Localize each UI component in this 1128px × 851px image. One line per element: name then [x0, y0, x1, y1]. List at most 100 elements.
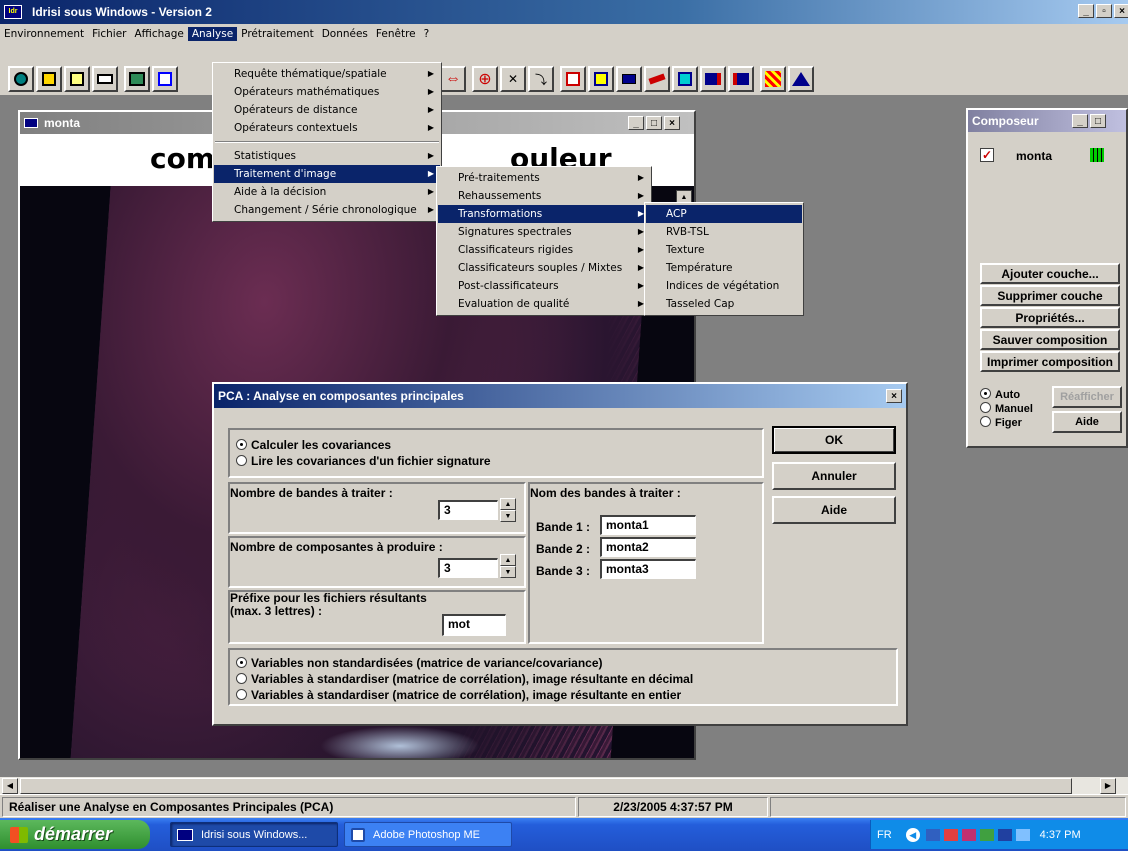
dialog-close-button[interactable]: ×	[886, 389, 902, 403]
tray-arrow-icon[interactable]: ◀	[905, 827, 920, 842]
menu-item-operateurs-contextuels[interactable]: Opérateurs contextuels ▶	[214, 119, 440, 137]
arrow-icon[interactable]: ⤵	[528, 66, 554, 92]
menu-item-post-classif[interactable]: Post-classificateurs ▶	[438, 277, 650, 295]
dialog-help-button[interactable]: Aide	[772, 496, 896, 524]
menu-item-acp[interactable]: ACP	[646, 205, 802, 223]
scroll-left-icon[interactable]: ◀	[2, 778, 18, 794]
volume-icon[interactable]	[943, 828, 958, 841]
menu-item-changement[interactable]: Changement / Série chronologique ▶	[214, 201, 440, 219]
remove-layer-button[interactable]: Supprimer couche	[980, 285, 1120, 306]
menu-item-transformations[interactable]: Transformations ▶	[438, 205, 650, 223]
print-icon[interactable]	[92, 66, 118, 92]
monitor-icon[interactable]	[1015, 828, 1030, 841]
layer-name[interactable]: monta	[1016, 149, 1052, 163]
scroll-thumb[interactable]	[20, 778, 1072, 794]
map-minimize-button[interactable]: _	[628, 116, 644, 130]
nbands-spinner[interactable]: ▲ ▼	[500, 498, 516, 522]
graph-icon[interactable]	[152, 66, 178, 92]
composer-help-button[interactable]: Aide	[1052, 411, 1122, 433]
menu-item-operateurs-math[interactable]: Opérateurs mathématiques ▶	[214, 83, 440, 101]
std-option-2-radio[interactable]: Variables à standardiser (matrice de cor…	[236, 672, 693, 686]
menu-fenetre[interactable]: Fenêtre	[372, 28, 420, 40]
menu-item-traitement-image[interactable]: Traitement d'image ▶	[214, 165, 440, 183]
menu-item-operateurs-distance[interactable]: Opérateurs de distance ▶	[214, 101, 440, 119]
mode-figer-radio[interactable]: Figer	[980, 416, 1022, 429]
close-button[interactable]: ×	[1114, 4, 1128, 18]
composer-minimize-button[interactable]: _	[1072, 114, 1088, 128]
composer-maximize-button[interactable]: □	[1090, 114, 1106, 128]
language-indicator[interactable]: FR	[877, 829, 892, 841]
menu-item-indices-vegetation[interactable]: Indices de végétation	[646, 277, 802, 295]
menu-item-pretraitements[interactable]: Pré-traitements ▶	[438, 169, 650, 187]
save-composition-button[interactable]: Sauver composition	[980, 329, 1120, 350]
menu-environnement[interactable]: Environnement	[0, 28, 88, 40]
map-maximize-button[interactable]: □	[646, 116, 662, 130]
color-icon[interactable]	[760, 66, 786, 92]
spin-up-icon[interactable]: ▲	[500, 554, 516, 566]
merge-icon[interactable]	[728, 66, 754, 92]
prefix-input[interactable]: mot	[442, 614, 506, 636]
map-icon[interactable]	[124, 66, 150, 92]
band2-input[interactable]: monta2	[600, 537, 696, 557]
table-icon[interactable]	[672, 66, 698, 92]
security-icon[interactable]	[961, 828, 976, 841]
cov-calc-radio[interactable]: Calculer les covariances	[236, 438, 391, 452]
std-option-3-radio[interactable]: Variables à standardiser (matrice de cor…	[236, 688, 681, 702]
menu-item-rvb-tsl[interactable]: RVB-TSL	[646, 223, 802, 241]
start-button[interactable]: démarrer	[0, 820, 150, 849]
add-layer-button[interactable]: Ajouter couche...	[980, 263, 1120, 284]
display-icon[interactable]	[8, 66, 34, 92]
cancel-button[interactable]: Annuler	[772, 462, 896, 490]
menu-item-classif-souples[interactable]: Classificateurs souples / Mixtes ▶	[438, 259, 650, 277]
ncomp-input[interactable]: 3	[438, 558, 498, 578]
menu-affichage[interactable]: Affichage	[131, 28, 188, 40]
std-option-1-radio[interactable]: Variables non standardisées (matrice de …	[236, 656, 603, 670]
nbands-input[interactable]: 3	[438, 500, 498, 520]
export-icon[interactable]	[700, 66, 726, 92]
cov-file-radio[interactable]: Lire les covariances d'un fichier signat…	[236, 454, 491, 468]
menu-pretraitement[interactable]: Prétraitement	[237, 28, 318, 40]
menu-item-requete[interactable]: Requête thématique/spatiale ▶	[214, 65, 440, 83]
grid-icon[interactable]	[588, 66, 614, 92]
spin-down-icon[interactable]: ▼	[500, 566, 516, 578]
ok-button[interactable]: OK	[772, 426, 896, 454]
spin-up-icon[interactable]: ▲	[500, 498, 516, 510]
network-icon[interactable]	[925, 828, 940, 841]
menu-item-statistiques[interactable]: Statistiques ▶	[214, 147, 440, 165]
terrain-icon[interactable]	[788, 66, 814, 92]
refresh-button[interactable]: Réafficher	[1052, 386, 1122, 408]
minimize-button[interactable]: _	[1078, 4, 1094, 18]
task-idrisi[interactable]: Idrisi sous Windows...	[170, 822, 338, 847]
menu-help[interactable]: ?	[420, 28, 434, 40]
menu-item-aide-decision[interactable]: Aide à la décision ▶	[214, 183, 440, 201]
updates-icon[interactable]	[979, 828, 994, 841]
scroll-right-icon[interactable]: ▶	[1100, 778, 1116, 794]
menu-fichier[interactable]: Fichier	[88, 28, 130, 40]
measure-icon[interactable]: ✕	[500, 66, 526, 92]
horizontal-scrollbar[interactable]: ◀ ▶	[0, 776, 1128, 794]
menu-item-evaluation[interactable]: Evaluation de qualité ▶	[438, 295, 650, 313]
map-close-button[interactable]: ×	[664, 116, 680, 130]
menu-item-signatures[interactable]: Signatures spectrales ▶	[438, 223, 650, 241]
import-icon[interactable]	[560, 66, 586, 92]
spin-down-icon[interactable]: ▼	[500, 510, 516, 522]
bars-icon[interactable]	[616, 66, 642, 92]
menu-item-classif-rigides[interactable]: Classificateurs rigides ▶	[438, 241, 650, 259]
properties-button[interactable]: Propriétés...	[980, 307, 1120, 328]
mode-manuel-radio[interactable]: Manuel	[980, 402, 1033, 415]
menu-analyse[interactable]: Analyse	[187, 27, 238, 41]
menu-item-temperature[interactable]: Température	[646, 259, 802, 277]
pan-icon[interactable]: ⇔	[440, 66, 466, 92]
menu-donnees[interactable]: Données	[318, 28, 372, 40]
layers-icon[interactable]	[36, 66, 62, 92]
menu-item-rehaussements[interactable]: Rehaussements ▶	[438, 187, 650, 205]
task-photoshop[interactable]: Adobe Photoshop ME	[344, 822, 512, 847]
band1-input[interactable]: monta1	[600, 515, 696, 535]
mode-auto-radio[interactable]: Auto	[980, 388, 1020, 401]
target-icon[interactable]: ⊕	[472, 66, 498, 92]
band3-input[interactable]: monta3	[600, 559, 696, 579]
shield-icon[interactable]	[997, 828, 1012, 841]
list-icon[interactable]	[64, 66, 90, 92]
edit-icon[interactable]	[644, 66, 670, 92]
print-composition-button[interactable]: Imprimer composition	[980, 351, 1120, 372]
